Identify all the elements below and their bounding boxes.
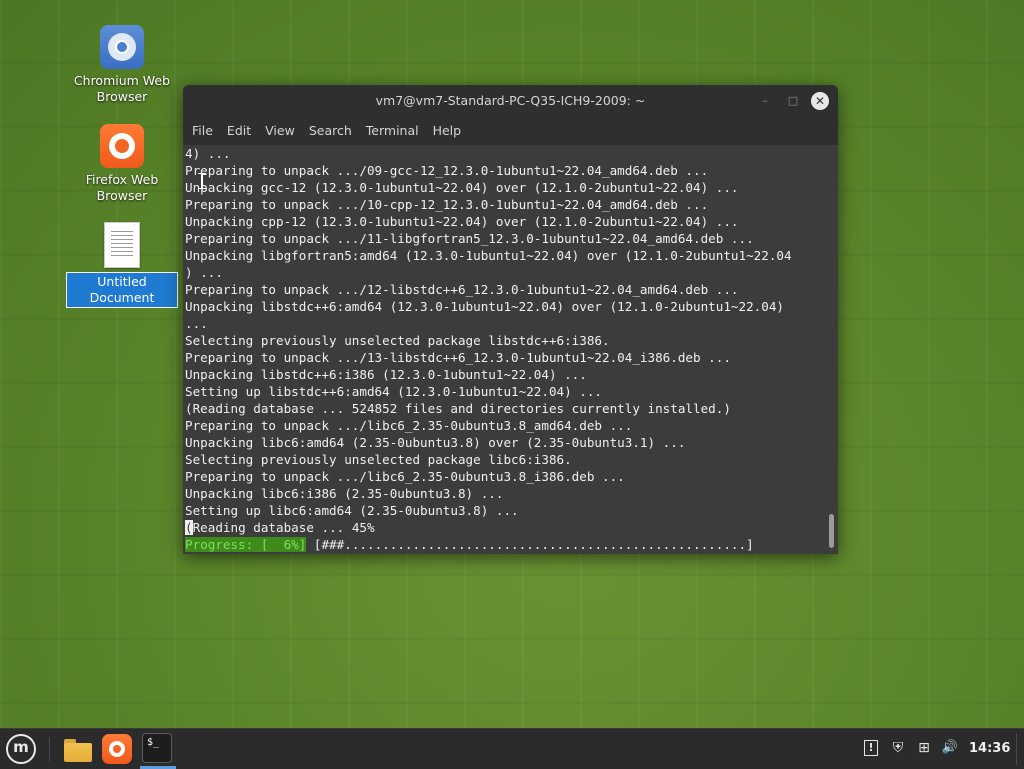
menu-file[interactable]: File — [185, 117, 220, 145]
file-manager-icon[interactable] — [62, 733, 94, 765]
terminal-line: 4) ... — [185, 146, 231, 161]
terminal-output[interactable]: 4) ... Preparing to unpack .../09-gcc-12… — [183, 145, 838, 554]
menu-view[interactable]: View — [258, 117, 302, 145]
firefox-icon — [100, 124, 144, 168]
terminal-line: Preparing to unpack .../10-cpp-12_12.3.0… — [185, 197, 709, 212]
firefox-taskbar-icon[interactable] — [102, 734, 132, 764]
terminal-line: Preparing to unpack .../12-libstdc++6_12… — [185, 282, 739, 297]
terminal-line: Preparing to unpack .../11-libgfortran5_… — [185, 231, 754, 246]
terminal-line: ... — [185, 316, 208, 331]
terminal-line: ) ... — [185, 265, 223, 280]
terminal-line: Unpacking cpp-12 (12.3.0-1ubuntu1~22.04)… — [185, 214, 739, 229]
terminal-line: Selecting previously unselected package … — [185, 452, 572, 467]
window-titlebar[interactable]: vm7@vm7-Standard-PC-Q35-ICH9-2009: ~ – □… — [183, 85, 838, 117]
desktop-icon-label: Untitled Document — [66, 272, 178, 308]
desktop-icon-firefox[interactable]: Firefox Web Browser — [66, 124, 178, 204]
document-icon — [104, 222, 140, 268]
terminal-window[interactable]: vm7@vm7-Standard-PC-Q35-ICH9-2009: ~ – □… — [183, 85, 838, 554]
menu-help[interactable]: Help — [426, 117, 469, 145]
taskbar: $_ ! ⛨ ⊞ 🔊 14:36 — [0, 728, 1024, 769]
chromium-icon — [100, 25, 144, 69]
maximize-button[interactable]: □ — [785, 93, 801, 109]
volume-icon[interactable]: 🔊 — [941, 739, 959, 757]
terminal-line: Selecting previously unselected package … — [185, 333, 610, 348]
show-desktop-button[interactable] — [1016, 733, 1023, 765]
terminal-line-reading-database: (Reading database ... 45% — [185, 519, 838, 536]
desktop-icon-untitled-document[interactable]: Untitled Document — [66, 222, 178, 308]
menu-edit[interactable]: Edit — [220, 117, 258, 145]
terminal-line: Preparing to unpack .../libc6_2.35-0ubun… — [185, 418, 633, 433]
terminal-line: Preparing to unpack .../13-libstdc++6_12… — [185, 350, 731, 365]
menu-bar: File Edit View Search Terminal Help — [183, 117, 838, 146]
update-manager-icon[interactable]: ! — [864, 740, 878, 756]
terminal-line: Unpacking libc6:i386 (2.35-0ubuntu3.8) .… — [185, 486, 504, 501]
minimize-button[interactable]: – — [757, 93, 773, 109]
terminal-progress-line: Progress: [ 6%] [###....................… — [185, 536, 838, 553]
close-button[interactable]: ✕ — [811, 92, 829, 110]
terminal-line: Preparing to unpack .../libc6_2.35-0ubun… — [185, 469, 625, 484]
terminal-line: (Reading database ... 524852 files and d… — [185, 401, 731, 416]
terminal-line: Unpacking libstdc++6:amd64 (12.3.0-1ubun… — [185, 299, 784, 314]
shield-icon[interactable]: ⛨ — [889, 739, 907, 757]
scrollbar[interactable] — [828, 145, 836, 554]
desktop-icon-label: Firefox Web Browser — [85, 172, 159, 203]
scrollbar-thumb[interactable] — [829, 514, 834, 548]
progress-bar-text: [###....................................… — [306, 537, 754, 552]
terminal-line: Unpacking libc6:amd64 (2.35-0ubuntu3.8) … — [185, 435, 686, 450]
text-cursor: ( — [185, 520, 193, 535]
network-icon[interactable]: ⊞ — [915, 739, 933, 757]
terminal-line: Unpacking libgfortran5:amd64 (12.3.0-1ub… — [185, 248, 792, 263]
desktop-icon-label: Chromium Web Browser — [73, 73, 171, 104]
terminal-taskbar-icon[interactable]: $_ — [142, 733, 172, 763]
menu-search[interactable]: Search — [302, 117, 359, 145]
taskbar-separator — [49, 737, 50, 761]
terminal-line: Unpacking gcc-12 (12.3.0-1ubuntu1~22.04)… — [185, 180, 739, 195]
terminal-line: Setting up libstdc++6:amd64 (12.3.0-1ubu… — [185, 384, 603, 399]
terminal-line: Setting up libc6:amd64 (2.35-0ubuntu3.8)… — [185, 503, 519, 518]
desktop-icon-chromium[interactable]: Chromium Web Browser — [66, 25, 178, 105]
terminal-line: Unpacking libstdc++6:i386 (12.3.0-1ubunt… — [185, 367, 587, 382]
progress-label: Progress: [ 6%] — [185, 537, 307, 552]
ibeam-cursor-icon — [198, 173, 206, 189]
linux-mint-menu-icon[interactable] — [6, 734, 36, 764]
menu-terminal[interactable]: Terminal — [359, 117, 426, 145]
window-title: vm7@vm7-Standard-PC-Q35-ICH9-2009: ~ — [375, 93, 646, 108]
clock[interactable]: 14:36 — [969, 729, 1010, 769]
terminal-line: Preparing to unpack .../09-gcc-12_12.3.0… — [185, 163, 709, 178]
reading-database-text: Reading database ... 45% — [192, 520, 375, 535]
